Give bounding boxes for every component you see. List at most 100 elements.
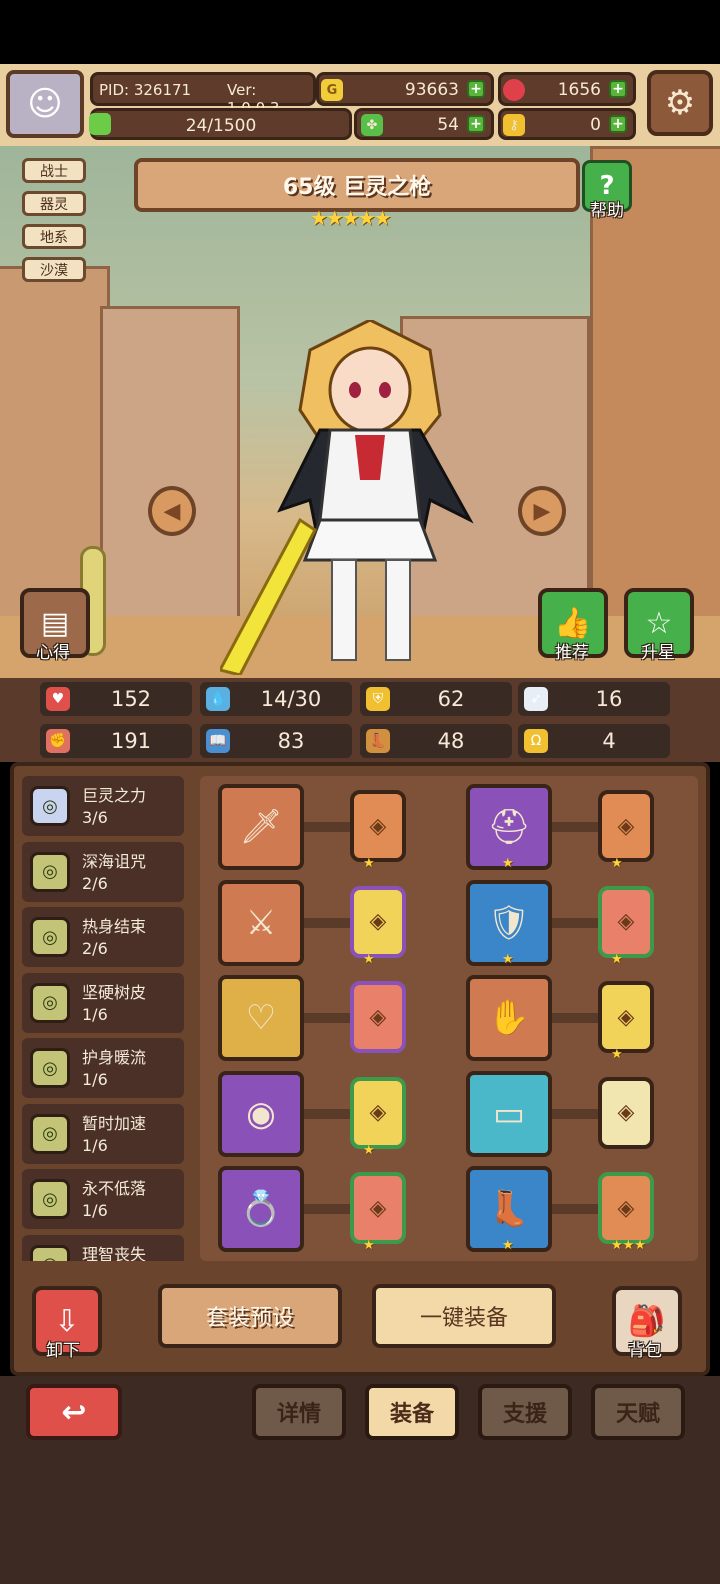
set-bonus-item[interactable]: ◎ 永不低落 1/6: [22, 1169, 184, 1229]
rune-slot[interactable]: ◈: [350, 981, 406, 1053]
slot-link: [304, 917, 352, 928]
hero-stars: ★★★★★: [310, 206, 392, 230]
set-bonus-list[interactable]: ◎ 巨灵之力 3/6 ◎ 深海诅咒 2/6 ◎ 热身结束 2/6 ◎ 坚硬树皮 1/6 ◎ 护身暖流 1/6…: [22, 776, 188, 1261]
add-key-button[interactable]: +: [609, 115, 627, 133]
tab-label: 详情: [276, 1402, 321, 1427]
equipment-slot[interactable]: 🗡: [218, 784, 304, 870]
stat-water-drop: 💧 14/30: [200, 682, 352, 716]
stat-value: 191: [110, 729, 152, 753]
settings-button[interactable]: ⚙: [647, 70, 713, 136]
rune-slot[interactable]: ◈: [598, 1076, 654, 1149]
set-count: 3/6: [82, 808, 108, 827]
shield-icon: ⛨: [366, 687, 390, 711]
equipment-slot[interactable]: ◉: [218, 1070, 304, 1157]
set-bonus-item[interactable]: ◎ 理智丧失: [22, 1234, 184, 1262]
tab-support[interactable]: 支援: [478, 1384, 572, 1440]
set-emblem-icon: ◎: [30, 1048, 70, 1088]
rune-slot[interactable]: ◈: [350, 790, 406, 862]
set-count: 1/6: [82, 1070, 108, 1089]
tab-equipment[interactable]: 装备: [365, 1384, 459, 1440]
rune-icon: ◈: [369, 1195, 387, 1221]
add-ruby-button[interactable]: +: [609, 80, 627, 98]
fist-icon: ✊: [46, 729, 70, 753]
rune-slot[interactable]: ◈: [350, 1076, 406, 1149]
arrow-down-icon: ⇩: [54, 1303, 80, 1339]
set-bonus-item[interactable]: ◎ 深海诅咒 2/6: [22, 841, 184, 902]
tab-label: 天赋: [615, 1402, 660, 1427]
tab-label: 装备: [389, 1402, 434, 1427]
set-name: 理智丧失: [82, 1244, 147, 1262]
rune-stars: ★: [363, 856, 375, 871]
stat-value: 152: [110, 687, 152, 711]
one-click-equip-button[interactable]: 一键装备: [372, 1284, 556, 1348]
rune-icon: ◈: [617, 1100, 635, 1125]
equipment-slot[interactable]: ✋: [466, 975, 552, 1061]
set-name: 热身结束: [82, 917, 147, 936]
set-emblem-icon: ◎: [30, 917, 70, 957]
preset-button[interactable]: 套装预设: [158, 1284, 342, 1348]
unequip-label: 卸下: [46, 1341, 80, 1361]
one-click-equip-label: 一键装备: [419, 1306, 508, 1331]
rune-slot[interactable]: ◈: [350, 885, 406, 958]
player-avatar[interactable]: ☺: [6, 70, 84, 138]
stat-wing: ➶ 16: [518, 682, 670, 716]
next-hero-button[interactable]: ▶: [518, 486, 566, 536]
tag-class: 战士: [22, 158, 86, 183]
tab-details[interactable]: 详情: [252, 1384, 346, 1440]
set-name: 巨灵之力: [82, 786, 147, 805]
set-count: 2/6: [82, 873, 108, 893]
set-bonus-item[interactable]: ◎ 巨灵之力 3/6: [22, 776, 184, 836]
set-bonus-item[interactable]: ◎ 暂时加速 1/6: [22, 1103, 184, 1164]
stat-value: 4: [602, 729, 616, 753]
rune-stars: ★★★: [611, 1238, 646, 1253]
add-gold-button[interactable]: +: [467, 80, 485, 98]
stat-shield: ⛨ 62: [360, 682, 512, 716]
gear-icon: ⚙: [664, 83, 696, 123]
gold-bar: G 93663 +: [316, 72, 494, 106]
set-bonus-item[interactable]: ◎ 热身结束 2/6: [22, 907, 184, 967]
set-bonus-item[interactable]: ◎ 坚硬树皮 1/6: [22, 972, 184, 1033]
rune-icon: ◈: [369, 813, 387, 839]
ruby-icon: [503, 79, 525, 101]
equipment-slot[interactable]: ⚔: [218, 879, 304, 966]
set-bonus-item[interactable]: ◎ 护身暖流 1/6: [22, 1038, 184, 1098]
chevron-right-icon: ▶: [533, 498, 551, 524]
stat-value: 83: [277, 729, 305, 753]
set-emblem-icon: ◎: [30, 982, 70, 1023]
equipment-stars: ★: [502, 856, 514, 871]
back-button[interactable]: ↩: [26, 1384, 122, 1440]
rune-slot[interactable]: ◈: [598, 790, 654, 862]
rune-stars: ★: [363, 1142, 375, 1158]
thumbs-up-icon: 👍: [554, 605, 592, 641]
key-icon: ⚷: [503, 114, 525, 136]
rune-icon: ◈: [617, 813, 635, 839]
preset-label: 套装预设: [205, 1306, 294, 1331]
tag-type: 器灵: [22, 191, 86, 216]
gold-coin-icon: G: [321, 79, 343, 101]
key-bar: ⚷ 0 +: [498, 108, 636, 140]
rune-icon: ◈: [369, 1004, 387, 1030]
boot-icon: 👢: [366, 729, 390, 753]
shield-round-icon: ◉: [246, 1093, 276, 1134]
rune-slot[interactable]: ◈: [598, 981, 654, 1053]
equipment-slot[interactable]: ♡: [218, 975, 304, 1061]
clover-bar: ✤ 54 +: [354, 108, 494, 140]
ruby-value: 1656: [557, 80, 601, 100]
rune-icon: ◈: [617, 1195, 635, 1221]
backpack-label: 背包: [628, 1341, 662, 1361]
rune-slot[interactable]: ◈: [350, 1172, 406, 1244]
slot-link: [304, 822, 352, 832]
prev-hero-button[interactable]: ◀: [148, 486, 196, 536]
stat-fist: ✊ 191: [40, 724, 192, 758]
tab-label: 支援: [502, 1402, 547, 1427]
equipment-slot[interactable]: 💍: [218, 1166, 304, 1252]
set-name: 深海诅咒: [82, 851, 147, 871]
add-clover-button[interactable]: +: [467, 115, 485, 133]
equipment-slot[interactable]: ▭: [466, 1070, 552, 1157]
hero-title: 65级 巨灵之枪: [282, 175, 432, 200]
tab-talent[interactable]: 天赋: [591, 1384, 685, 1440]
ring-icon: 💍: [239, 1189, 283, 1229]
rune-slot[interactable]: ◈: [598, 1172, 654, 1244]
equipment-stars: ★: [502, 1238, 514, 1253]
rune-slot[interactable]: ◈: [598, 885, 654, 958]
